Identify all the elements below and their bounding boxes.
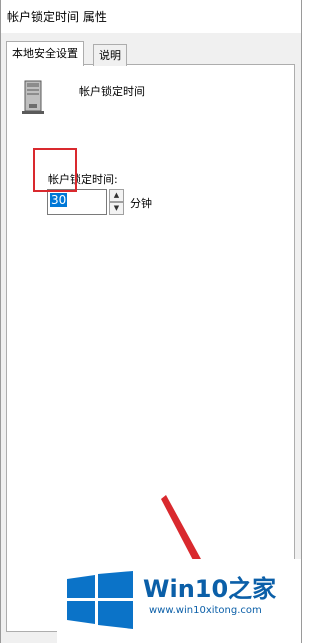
lockout-duration-input[interactable]: 30 [47,189,107,215]
input-value-selected: 30 [50,193,68,207]
watermark-url: www.win10xitong.com [149,605,262,616]
window-title: 帐户锁定时间 属性 [7,10,107,24]
watermark-brand: Win10之家 [143,575,277,603]
windows-logo-icon [67,571,133,629]
unit-label: 分钟 [130,197,152,210]
tab-panel: 帐户锁定时间 帐户锁定时间: 30 ▲ ▼ 分钟 [6,64,295,632]
tab-local-security-setting[interactable]: 本地安全设置 [6,41,84,66]
tab-explain[interactable]: 说明 [93,44,127,66]
lockout-duration-label: 帐户锁定时间: [48,173,118,186]
spin-down-button[interactable]: ▼ [109,202,124,215]
server-icon [22,80,44,114]
spin-up-button[interactable]: ▲ [109,189,124,202]
window-border-right [301,0,302,643]
watermark: Win10之家 www.win10xitong.com [57,559,301,643]
policy-name: 帐户锁定时间 [79,85,145,98]
dialog-client-area: 本地安全设置 说明 帐户锁定时间 帐户锁定时间: 30 ▲ ▼ 分钟 Win10 [1,33,301,643]
title-bar: 帐户锁定时间 属性 [0,0,302,33]
